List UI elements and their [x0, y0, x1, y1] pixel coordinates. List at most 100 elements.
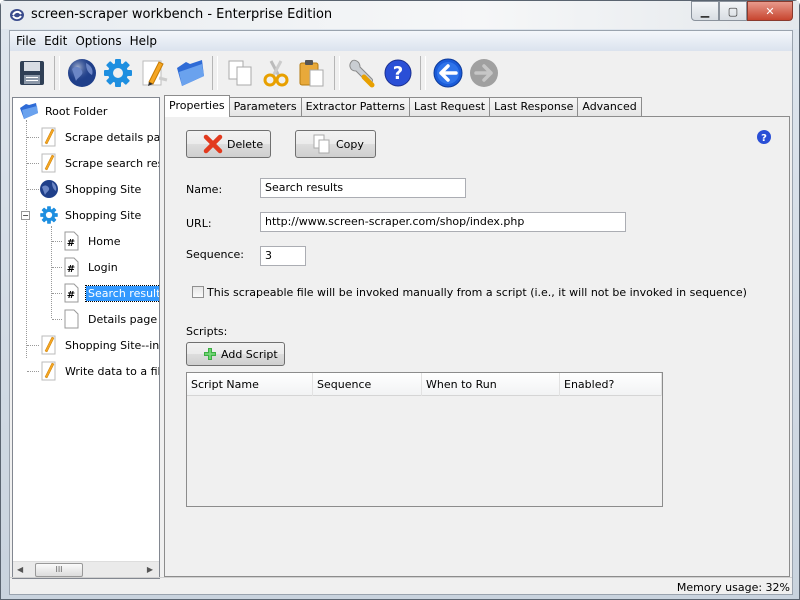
save-button[interactable]	[14, 55, 50, 91]
tree-connector	[52, 267, 62, 268]
tree-connector	[26, 120, 27, 358]
new-session-button[interactable]	[100, 55, 136, 91]
script-icon	[39, 153, 59, 173]
column-header-script-name[interactable]: Script Name	[187, 373, 313, 396]
script-icon	[39, 127, 59, 147]
toolbar-separator	[420, 56, 426, 90]
tab-parameters[interactable]: Parameters	[228, 97, 302, 117]
toolbar-separator	[54, 56, 60, 90]
scripts-label: Scripts:	[186, 325, 228, 338]
app-logo-icon	[10, 9, 24, 21]
scrapeable-file-icon: #	[62, 283, 82, 303]
tree-item-scrapeable-file[interactable]: # Login	[62, 256, 120, 278]
sequence-field[interactable]: 3	[260, 246, 306, 266]
menu-edit[interactable]: Edit	[41, 34, 70, 48]
manual-invoke-label: This scrapeable file will be invoked man…	[207, 286, 747, 299]
tree-item-label: Details page	[88, 312, 158, 326]
page-icon	[62, 309, 82, 329]
open-folder-button[interactable]	[172, 55, 208, 91]
tab-advanced[interactable]: Advanced	[577, 97, 642, 117]
minimize-button[interactable]: ▁	[691, 1, 719, 21]
tree-item-scrapeable-file[interactable]: # Home	[62, 230, 122, 252]
tree-item-label: Login	[88, 260, 118, 274]
tree-item-label: Write data to a file	[65, 364, 160, 378]
copy-icon	[228, 60, 252, 86]
column-header-sequence[interactable]: Sequence	[313, 373, 422, 396]
url-field[interactable]: http://www.screen-scraper.com/shop/index…	[260, 212, 626, 232]
column-header-when-to-run[interactable]: When to Run	[422, 373, 560, 396]
svg-text:?: ?	[761, 133, 767, 144]
tree-item-label: Search results	[84, 284, 159, 302]
new-site-button[interactable]	[64, 55, 100, 91]
tree-item-script[interactable]: Scrape details page	[39, 126, 159, 148]
scripts-table: Script Name Sequence When to Run Enabled…	[186, 372, 663, 507]
status-bar: Memory usage: 32%	[10, 577, 792, 595]
name-field[interactable]: Search results	[260, 178, 466, 198]
paste-button[interactable]	[294, 55, 330, 91]
toolbar-separator	[212, 56, 218, 90]
tree-item-label: Shopping Site--initia	[65, 338, 160, 352]
menu-help[interactable]: Help	[127, 34, 160, 48]
tree-item-scraping-session[interactable]: − Shopping Site	[21, 204, 143, 226]
delete-x-icon	[203, 134, 223, 154]
name-label: Name:	[186, 183, 223, 196]
copy-icon	[313, 134, 330, 154]
tree-connector	[52, 319, 62, 320]
clipboard-icon	[299, 60, 324, 87]
tab-last-response[interactable]: Last Response	[489, 97, 579, 117]
app-window: screen-scraper workbench - Enterprise Ed…	[0, 0, 800, 600]
column-header-enabled[interactable]: Enabled?	[560, 373, 662, 396]
pencil-document-icon	[142, 60, 168, 86]
scroll-left-icon[interactable]: ◀	[17, 565, 23, 574]
svg-text:#: #	[67, 238, 75, 249]
tree-connector	[51, 226, 52, 318]
maximize-button[interactable]: ▢	[719, 1, 747, 21]
menu-options[interactable]: Options	[72, 34, 124, 48]
tab-properties[interactable]: Properties	[164, 95, 230, 117]
folder-icon	[19, 101, 39, 121]
gear-icon	[39, 205, 59, 225]
back-button[interactable]	[430, 55, 466, 91]
menu-file[interactable]: File	[13, 34, 39, 48]
help-icon[interactable]: ?	[756, 129, 772, 145]
copy-button[interactable]	[222, 55, 258, 91]
globe-icon	[68, 59, 96, 87]
tree-item-root-folder[interactable]: Root Folder	[19, 100, 109, 122]
add-script-button[interactable]: Add Script	[186, 342, 285, 366]
forward-button[interactable]	[466, 55, 502, 91]
tab-extractor-patterns[interactable]: Extractor Patterns	[300, 97, 411, 117]
tree-item-page[interactable]: Details page	[62, 308, 159, 330]
new-script-button[interactable]	[136, 55, 172, 91]
scrapeable-file-icon: #	[62, 257, 82, 277]
tree-horizontal-scrollbar[interactable]: ◀ III ▶	[13, 561, 159, 578]
cut-button[interactable]	[258, 55, 294, 91]
delete-button[interactable]: Delete	[186, 130, 271, 158]
tree-item-script[interactable]: Scrape search resul	[39, 152, 159, 174]
tree-connector	[27, 137, 39, 138]
tab-strip: Properties Parameters Extractor Patterns…	[164, 95, 642, 117]
window-title: screen-scraper workbench - Enterprise Ed…	[31, 7, 333, 22]
scroll-right-icon[interactable]: ▶	[147, 565, 153, 574]
tree-item-script[interactable]: Write data to a file	[39, 360, 160, 382]
tree-item-site[interactable]: Shopping Site	[39, 178, 143, 200]
scissors-icon	[263, 60, 289, 87]
script-icon	[39, 361, 59, 381]
copy-label: Copy	[336, 137, 364, 151]
tab-last-request[interactable]: Last Request	[409, 97, 491, 117]
copy-button[interactable]: Copy	[295, 130, 376, 158]
tree-item-script[interactable]: Shopping Site--initia	[39, 334, 160, 356]
toolbar-separator	[334, 56, 340, 90]
manual-invoke-checkbox[interactable]	[192, 286, 204, 298]
help-button[interactable]: ?	[380, 55, 416, 91]
scrapeable-file-icon: #	[62, 231, 82, 251]
tree-item-scrapeable-file-selected[interactable]: # Search results	[62, 282, 159, 304]
tree-item-label: Root Folder	[45, 104, 108, 118]
floppy-disk-icon	[20, 61, 44, 85]
title-bar[interactable]: screen-scraper workbench - Enterprise Ed…	[1, 1, 799, 29]
plus-icon	[204, 348, 216, 360]
collapse-toggle-icon[interactable]: −	[21, 210, 30, 220]
toolbar: ?	[10, 52, 792, 94]
settings-button[interactable]	[344, 55, 380, 91]
scrollbar-thumb[interactable]: III	[35, 563, 83, 577]
close-button[interactable]: ✕	[747, 1, 793, 21]
